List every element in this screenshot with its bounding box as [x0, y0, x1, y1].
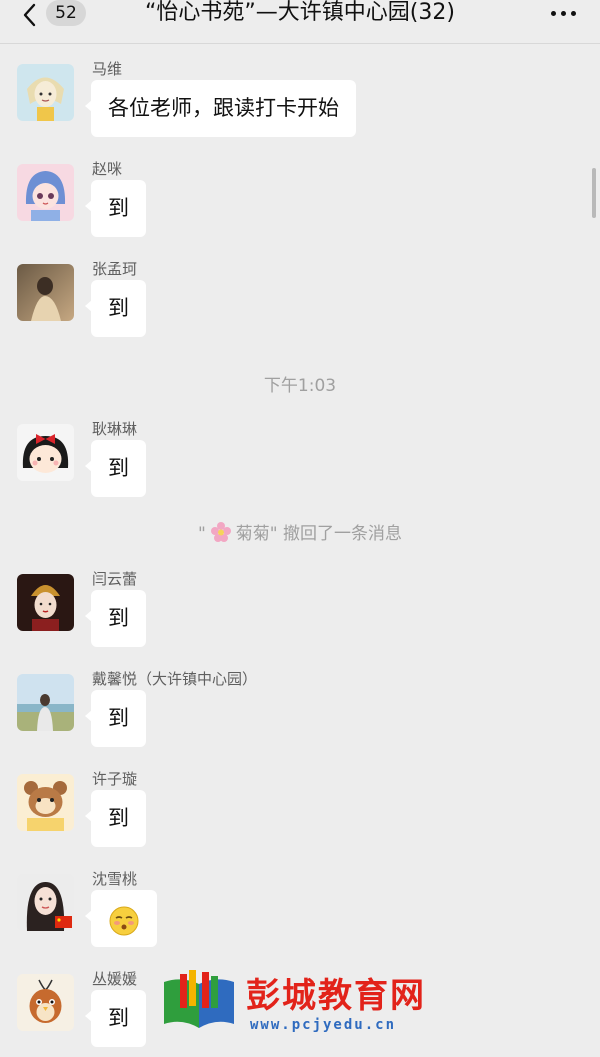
message-bubble[interactable]: 到	[85, 690, 146, 747]
sender-name: 丛媛媛	[92, 970, 138, 988]
message-bubble[interactable]	[85, 890, 157, 947]
beach-photo-avatar[interactable]	[17, 674, 74, 731]
sender-name: 耿琳琳	[92, 420, 138, 438]
cartoon-girl-avatar[interactable]	[17, 64, 74, 121]
costume-portrait-avatar[interactable]	[17, 574, 74, 631]
chat-header: 52 “怡心书苑”—大许镇中心园(32)	[0, 0, 600, 34]
message-bubble[interactable]: 到	[85, 280, 146, 337]
girl-portrait-flag-avatar[interactable]	[17, 874, 74, 931]
cartoon-bear-avatar[interactable]	[17, 774, 74, 831]
sender-name: 戴馨悦（大许镇中心园）	[92, 670, 258, 688]
message-bubble[interactable]: 到	[85, 990, 146, 1047]
chat-title: “怡心书苑”—大许镇中心园(32)	[145, 0, 455, 25]
cartoon-girl-bow-avatar[interactable]	[17, 424, 74, 481]
system-note-name: 菊菊	[235, 524, 270, 544]
message-bubble[interactable]: 各位老师，跟读打卡开始	[85, 80, 356, 137]
more-options-icon[interactable]	[548, 6, 578, 20]
sender-name: 马维	[92, 60, 123, 78]
message-bubble[interactable]: 到	[85, 440, 146, 497]
unread-count-badge[interactable]: 52	[46, 0, 86, 26]
sender-name: 赵咪	[92, 160, 123, 178]
blush-face-emoji-icon	[108, 902, 140, 936]
sender-name: 许子璇	[92, 770, 138, 788]
header-divider	[0, 43, 600, 44]
system-note-prefix: "	[197, 524, 206, 544]
sender-name: 沈雪桃	[92, 870, 138, 888]
cartoon-bird-avatar[interactable]	[17, 974, 74, 1031]
anime-girl-blue-hood-avatar[interactable]	[17, 164, 74, 221]
book-logo-icon	[160, 968, 238, 1034]
watermark-url: www.pcjyedu.cn	[250, 1017, 397, 1033]
recall-system-note: " 菊菊" 撤回了一条消息	[0, 521, 600, 546]
system-note-suffix: " 撤回了一条消息	[269, 524, 403, 544]
sender-name: 闫云蕾	[92, 570, 138, 588]
flower-icon	[210, 521, 232, 543]
message-bubble[interactable]: 到	[85, 590, 146, 647]
back-chevron-icon[interactable]	[18, 2, 44, 28]
photo-person-avatar[interactable]	[17, 264, 74, 321]
watermark-title: 彭城教育网	[246, 976, 426, 1016]
time-divider: 下午1:03	[263, 376, 337, 396]
scrollbar[interactable]	[592, 168, 596, 218]
sender-name: 张孟珂	[92, 260, 138, 278]
message-bubble[interactable]: 到	[85, 180, 146, 237]
message-bubble[interactable]: 到	[85, 790, 146, 847]
site-watermark: 彭城教育网 www.pcjyedu.cn	[160, 968, 450, 1040]
